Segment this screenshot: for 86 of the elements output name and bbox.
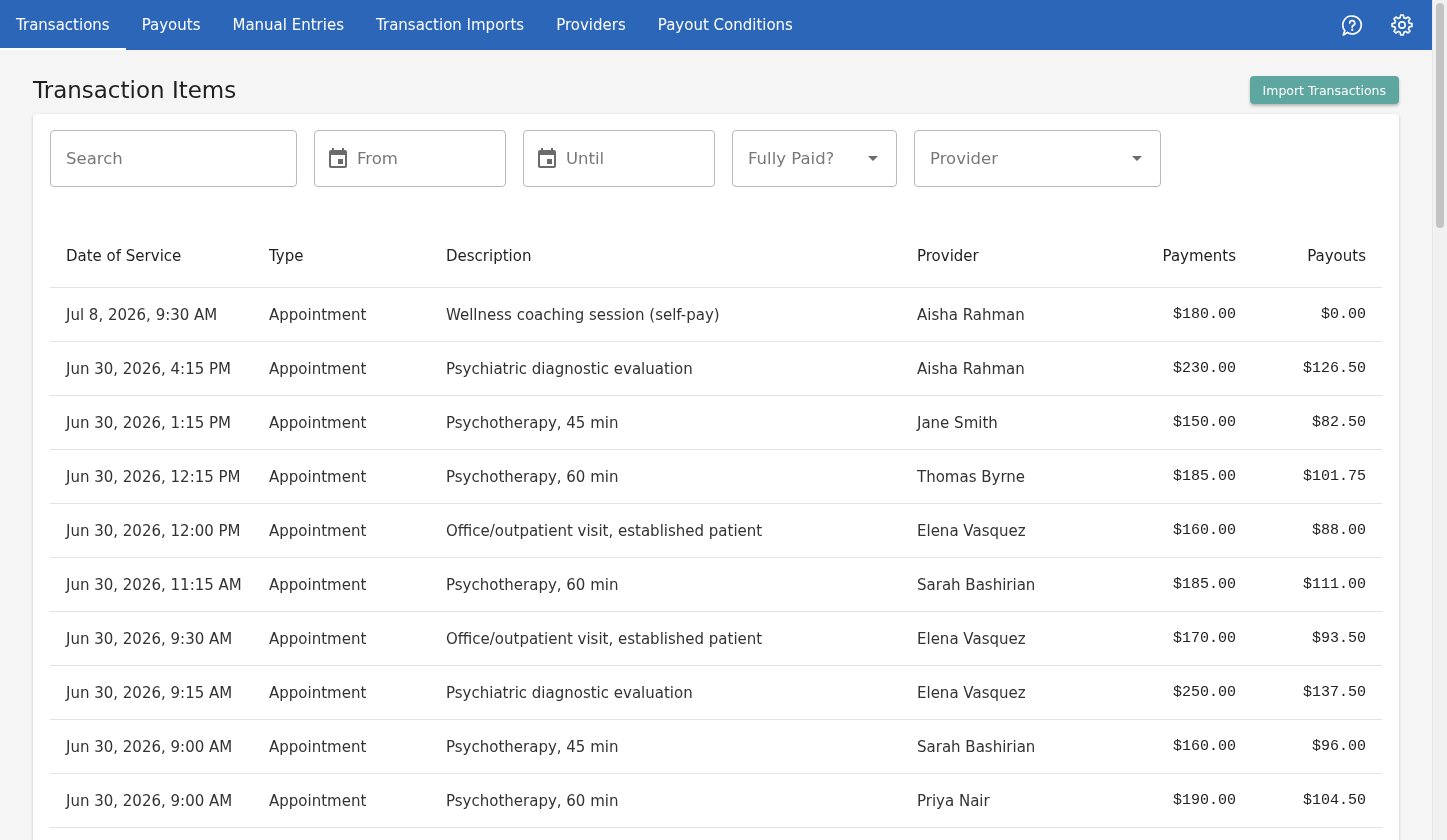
table-cell: Appointment xyxy=(253,503,430,558)
page-title: Transaction Items xyxy=(33,76,237,103)
search-field[interactable]: Search xyxy=(50,130,297,187)
table-cell: $185.00 xyxy=(1131,449,1252,504)
table-cell: Jane Smith xyxy=(901,395,1131,450)
table-cell: Elena Vasquez xyxy=(901,611,1131,666)
dropdown-field[interactable]: Fully Paid? xyxy=(732,130,897,187)
table-cell: Psychotherapy, 60 min xyxy=(430,557,901,612)
table-cell: $185.00 xyxy=(1131,557,1252,612)
date-field[interactable]: From xyxy=(314,130,506,187)
table-cell: Appointment xyxy=(253,287,430,342)
calendar-icon xyxy=(538,148,556,168)
column-header: Payments xyxy=(1131,228,1252,288)
table-cell: $111.00 xyxy=(1252,557,1382,612)
column-header: Type xyxy=(253,228,430,288)
settings-icon[interactable] xyxy=(1391,14,1413,36)
table-cell: Priya Nair xyxy=(901,773,1131,828)
table-cell: $160.00 xyxy=(1131,719,1252,774)
table-cell: $0.00 xyxy=(1252,287,1382,342)
help-chat-icon[interactable] xyxy=(1342,14,1363,36)
table-cell: $250.00 xyxy=(1131,665,1252,720)
table-cell: Appointment xyxy=(253,719,430,774)
table-cell: Aisha Rahman xyxy=(901,287,1131,342)
nav-tab[interactable]: Manual Entries xyxy=(216,0,360,50)
scrollbar[interactable] xyxy=(1432,0,1447,840)
table-cell: Jun 30, 2026, 9:00 AM xyxy=(50,773,253,828)
table-cell: Appointment xyxy=(253,557,430,612)
column-header: Payouts xyxy=(1252,228,1382,288)
table-cell: $104.50 xyxy=(1252,773,1382,828)
table-cell: Thomas Byrne xyxy=(901,449,1131,504)
table-cell: $126.50 xyxy=(1252,341,1382,396)
nav-tab[interactable]: Transaction Imports xyxy=(360,0,541,50)
table-cell: $88.00 xyxy=(1252,503,1382,558)
table-cell: Jul 8, 2026, 9:30 AM xyxy=(50,287,253,342)
table-cell: Jun 30, 2026, 11:15 AM xyxy=(50,557,253,612)
table-cell: Appointment xyxy=(253,341,430,396)
table-cell: Jun 30, 2026, 9:30 AM xyxy=(50,611,253,666)
table-cell: Appointment xyxy=(253,395,430,450)
table-cell: Psychotherapy, 45 min xyxy=(430,719,901,774)
table-cell: Jun 30, 2026, 4:15 PM xyxy=(50,341,253,396)
nav-tab[interactable]: Providers xyxy=(540,0,642,50)
nav-tab[interactable]: Transactions xyxy=(0,0,126,50)
calendar-icon xyxy=(329,148,347,168)
scrollbar-thumb[interactable] xyxy=(1436,3,1444,228)
table-cell: Elena Vasquez xyxy=(901,665,1131,720)
date-field[interactable]: Until xyxy=(523,130,715,187)
caret-down-icon xyxy=(868,156,878,161)
table-cell: Elena Vasquez xyxy=(901,503,1131,558)
table-cell: Sarah Bashirian xyxy=(901,557,1131,612)
table-cell: Psychiatric diagnostic evaluation xyxy=(430,341,901,396)
dropdown-field[interactable]: Provider xyxy=(914,130,1161,187)
table-cell: Jun 30, 2026, 1:15 PM xyxy=(50,395,253,450)
table-cell: $170.00 xyxy=(1131,611,1252,666)
table-cell: Appointment xyxy=(253,665,430,720)
table-cell: $180.00 xyxy=(1131,287,1252,342)
table-cell: Jun 30, 2026, 12:15 PM xyxy=(50,449,253,504)
table-cell: $160.00 xyxy=(1131,503,1252,558)
table-cell: Aisha Rahman xyxy=(901,341,1131,396)
table-cell: $82.50 xyxy=(1252,395,1382,450)
table-cell: Jun 30, 2026, 9:00 AM xyxy=(50,719,253,774)
table-cell: $93.50 xyxy=(1252,611,1382,666)
table-cell: Wellness coaching session (self-pay) xyxy=(430,287,901,342)
table-cell: $137.50 xyxy=(1252,665,1382,720)
column-header: Provider xyxy=(901,228,1131,288)
table-cell: Psychotherapy, 60 min xyxy=(430,449,901,504)
table-cell: Office/outpatient visit, established patient xyxy=(430,611,901,666)
table-cell: $230.00 xyxy=(1131,341,1252,396)
table-cell: Sarah Bashirian xyxy=(901,719,1131,774)
table-cell: Psychotherapy, 60 min xyxy=(430,773,901,828)
table-cell: Jun 30, 2026, 12:00 PM xyxy=(50,503,253,558)
table-cell: Psychiatric diagnostic evaluation xyxy=(430,665,901,720)
column-header: Description xyxy=(430,228,901,288)
table-cell: Jun 30, 2026, 9:15 AM xyxy=(50,665,253,720)
table-cell: Appointment xyxy=(253,773,430,828)
table-cell: Office/outpatient visit, established patient xyxy=(430,503,901,558)
column-header: Date of Service xyxy=(50,228,253,288)
table-cell: $96.00 xyxy=(1252,719,1382,774)
caret-down-icon xyxy=(1132,156,1142,161)
table-cell: $101.75 xyxy=(1252,449,1382,504)
table-cell: $150.00 xyxy=(1131,395,1252,450)
nav-tab[interactable]: Payouts xyxy=(125,0,217,50)
table-cell: $190.00 xyxy=(1131,773,1252,828)
table-cell: Appointment xyxy=(253,611,430,666)
nav-tab[interactable]: Payout Conditions xyxy=(641,0,809,50)
table-cell: Appointment xyxy=(253,449,430,504)
table-cell: Psychotherapy, 45 min xyxy=(430,395,901,450)
